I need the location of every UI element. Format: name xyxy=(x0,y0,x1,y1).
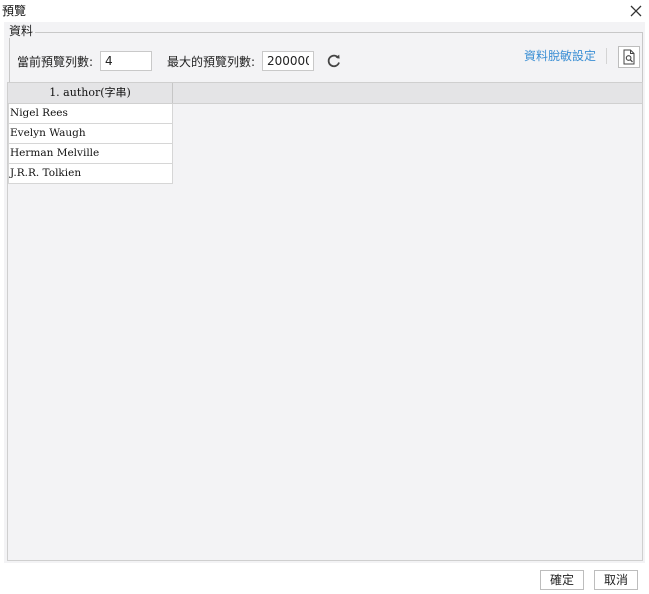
table-row[interactable]: Nigel Rees xyxy=(8,104,173,124)
window-title: 預覽 xyxy=(2,4,27,18)
ok-button[interactable]: 確定 xyxy=(540,570,584,590)
current-rows-input[interactable] xyxy=(100,51,152,71)
table-row[interactable]: Herman Melville xyxy=(8,144,173,164)
close-icon xyxy=(630,5,642,17)
desensitize-settings-link[interactable]: 資料脫敏設定 xyxy=(524,49,596,63)
main-panel: 資料 當前預覽列數: 最大的預覽列數: 資料脫敏設定 1. author(字串)… xyxy=(4,22,645,563)
preview-file-button[interactable] xyxy=(618,46,640,68)
toolbar-divider xyxy=(606,48,607,64)
close-button[interactable] xyxy=(627,2,645,20)
column-header-author[interactable]: 1. author(字串) xyxy=(8,83,173,103)
current-rows-label: 當前預覽列數: xyxy=(17,55,94,69)
group-legend: 資料 xyxy=(7,24,36,38)
grid-header: 1. author(字串) xyxy=(8,83,642,104)
max-rows-label: 最大的預覽列數: xyxy=(167,55,256,69)
title-bar: 預覽 xyxy=(0,0,649,22)
table-row[interactable]: J.R.R. Tolkien xyxy=(8,164,173,184)
preview-grid: 1. author(字串) Nigel Rees Evelyn Waugh He… xyxy=(7,82,643,561)
refresh-icon xyxy=(327,54,340,68)
refresh-button[interactable] xyxy=(325,52,343,70)
max-rows-input[interactable] xyxy=(262,51,314,71)
table-row[interactable]: Evelyn Waugh xyxy=(8,124,173,144)
cancel-button[interactable]: 取消 xyxy=(594,570,638,590)
document-search-icon xyxy=(623,49,635,65)
